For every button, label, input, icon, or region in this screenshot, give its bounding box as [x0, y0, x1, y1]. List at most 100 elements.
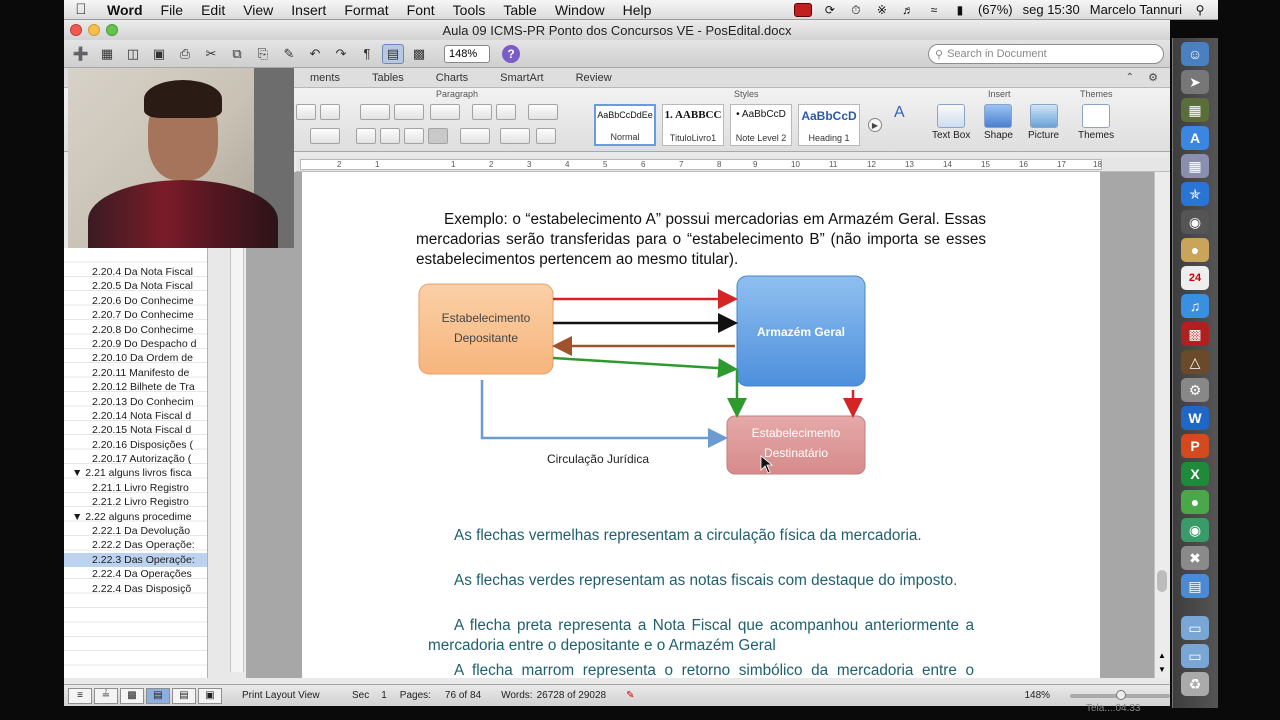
menu-edit[interactable]: Edit: [192, 2, 234, 18]
sidebar-item[interactable]: 2.22.4 Da Operações: [64, 567, 207, 581]
menu-file[interactable]: File: [152, 2, 193, 18]
sidebar-item[interactable]: 2.20.8 Do Conhecime: [64, 323, 207, 337]
themes-button[interactable]: Themes: [1078, 104, 1114, 141]
remote-desktop-icon[interactable]: ◉: [1181, 518, 1209, 542]
zoom-select[interactable]: 148%: [444, 44, 490, 63]
horizontal-ruler[interactable]: 2 1 1 2 3 4 5 6 7 8 9 10 11 12 13 14 15 …: [296, 157, 1170, 172]
shape-button[interactable]: Shape: [984, 104, 1013, 141]
battery-icon[interactable]: ▮: [952, 3, 968, 17]
bluetooth-icon[interactable]: ※: [874, 3, 890, 17]
utility-icon[interactable]: ✖: [1181, 546, 1209, 570]
scroll-up-icon[interactable]: ▲: [1158, 651, 1166, 660]
tab-tables[interactable]: Tables: [356, 69, 420, 87]
spotlight-icon[interactable]: ⚲: [1192, 3, 1208, 17]
decrease-indent-icon[interactable]: [472, 104, 492, 120]
help-icon[interactable]: ?: [502, 44, 520, 63]
redo-icon[interactable]: ↷: [330, 44, 352, 64]
paragraph-brown-arrow[interactable]: A flecha marrom representa o retorno sim…: [428, 661, 974, 678]
vertical-scrollbar[interactable]: ▼ ▲: [1154, 172, 1170, 678]
styles-next-icon[interactable]: ▶: [868, 118, 882, 132]
sidebar-item[interactable]: 2.22.1 Da Devolução: [64, 524, 207, 538]
copy-icon[interactable]: ⧉: [226, 44, 248, 64]
sidebar-item[interactable]: 2.22.4 Das Disposiçõ: [64, 582, 207, 596]
box-depositante[interactable]: [418, 283, 554, 375]
sidebar-section-item[interactable]: ▼ 2.22 alguns procedime: [64, 510, 207, 524]
scroll-down-icon[interactable]: ▼: [1158, 665, 1166, 674]
search-input[interactable]: ⚲ Search in Document: [928, 44, 1164, 64]
borders-button[interactable]: [500, 128, 530, 144]
word-icon[interactable]: W: [1181, 406, 1209, 430]
sidebar-item[interactable]: 2.20.17 Autorização (: [64, 452, 207, 466]
draft-view-icon[interactable]: ≡: [68, 687, 92, 704]
publishing-view-icon[interactable]: ▩: [120, 687, 144, 704]
pilcrow-icon[interactable]: ¶: [356, 44, 378, 64]
gallery-icon[interactable]: ▩: [408, 44, 430, 64]
paragraph-green-arrows[interactable]: As flechas verdes representam as notas f…: [428, 571, 974, 591]
record-icon[interactable]: [793, 2, 812, 17]
box-destinatario[interactable]: [726, 415, 866, 475]
numbering-button[interactable]: [394, 104, 424, 120]
multilevel-list-button[interactable]: [430, 104, 460, 120]
sidebar-item[interactable]: 2.20.5 Da Nota Fiscal: [64, 279, 207, 293]
save-icon[interactable]: ▣: [148, 44, 170, 64]
sidebar-item[interactable]: 2.22.2 Das Operaçõe:: [64, 538, 207, 552]
line-spacing-button[interactable]: [460, 128, 490, 144]
sync-icon[interactable]: ⟳: [822, 3, 838, 17]
sidebar-toggle-icon[interactable]: ▤: [382, 43, 404, 64]
print-icon[interactable]: ⎙: [174, 44, 196, 64]
text-styles-icon[interactable]: A: [894, 104, 905, 122]
dashboard-icon[interactable]: ▦: [1181, 98, 1209, 122]
sidebar-item[interactable]: 2.20.4 Da Nota Fiscal: [64, 265, 207, 279]
trash-icon[interactable]: ♻: [1181, 672, 1209, 696]
clock[interactable]: seg 15:30: [1023, 2, 1080, 17]
menu-table[interactable]: Table: [494, 2, 545, 18]
menu-help[interactable]: Help: [614, 2, 661, 18]
align-center-icon[interactable]: [380, 128, 400, 144]
sidebar-item[interactable]: 2.20.7 Do Conhecime: [64, 308, 207, 322]
menu-view[interactable]: View: [234, 2, 282, 18]
powerpoint-icon[interactable]: P: [1181, 434, 1209, 458]
print-layout-view-icon[interactable]: ▤: [146, 687, 170, 704]
cut-icon[interactable]: ✂: [200, 44, 222, 64]
new-document-icon[interactable]: ➕: [70, 44, 92, 64]
text-effects-button[interactable]: [310, 128, 340, 144]
paragraph-red-arrows[interactable]: As flechas vermelhas representam a circu…: [428, 526, 974, 546]
system-preferences-icon[interactable]: ⚙: [1181, 378, 1209, 402]
launchpad-icon[interactable]: ➤: [1181, 70, 1209, 94]
shading-icon[interactable]: [536, 128, 556, 144]
preview-icon[interactable]: ▦: [1181, 154, 1209, 178]
app-store-icon[interactable]: A: [1181, 126, 1209, 150]
sidebar-item[interactable]: 2.20.13 Do Conhecim: [64, 395, 207, 409]
zoom-slider[interactable]: [1070, 689, 1171, 700]
example-paragraph[interactable]: Exemplo: o “estabelecimento A” possui me…: [416, 210, 986, 270]
tab-review[interactable]: Review: [560, 69, 628, 87]
align-left-icon[interactable]: [356, 128, 376, 144]
undo-icon[interactable]: ↶: [304, 44, 326, 64]
format-painter-icon[interactable]: ✎: [278, 44, 300, 64]
vertical-ruler[interactable]: [230, 200, 244, 672]
text-box-button[interactable]: Text Box: [932, 104, 970, 141]
flow-diagram[interactable]: Estabelecimento Depositante Armazém Gera…: [415, 272, 987, 478]
align-right-icon[interactable]: [404, 128, 424, 144]
focus-view-icon[interactable]: ▣: [198, 687, 222, 704]
safari-icon[interactable]: ✯: [1181, 182, 1209, 206]
picture-button[interactable]: Picture: [1028, 104, 1059, 141]
itunes-icon[interactable]: ♫: [1181, 294, 1209, 318]
style-titulolivro1[interactable]: 1. AABBCC TituloLivro1: [662, 104, 724, 146]
iphoto-icon[interactable]: △: [1181, 350, 1209, 374]
calendar-icon[interactable]: 24: [1181, 266, 1209, 290]
sidebar-item[interactable]: 2.20.10 Da Ordem de: [64, 351, 207, 365]
scrollbar-thumb[interactable]: [1157, 570, 1167, 592]
user-name[interactable]: Marcelo Tannuri: [1090, 2, 1182, 17]
applications-folder-icon[interactable]: ▭: [1181, 616, 1209, 640]
menu-font[interactable]: Font: [398, 2, 444, 18]
photo-booth-icon[interactable]: ◉: [1181, 210, 1209, 234]
menu-app-name[interactable]: Word: [98, 2, 152, 18]
styles-pane-button[interactable]: [296, 104, 316, 120]
messenger-icon[interactable]: ●: [1181, 490, 1209, 514]
columns-button[interactable]: [528, 104, 558, 120]
ribbon-collapse-icon[interactable]: ⌃: [1126, 72, 1134, 83]
screen-sharing-icon[interactable]: ▤: [1181, 574, 1209, 598]
apple-menu-icon[interactable]: : [64, 1, 98, 18]
style-note-level-2[interactable]: • AaBbCcD Note Level 2: [730, 104, 792, 146]
